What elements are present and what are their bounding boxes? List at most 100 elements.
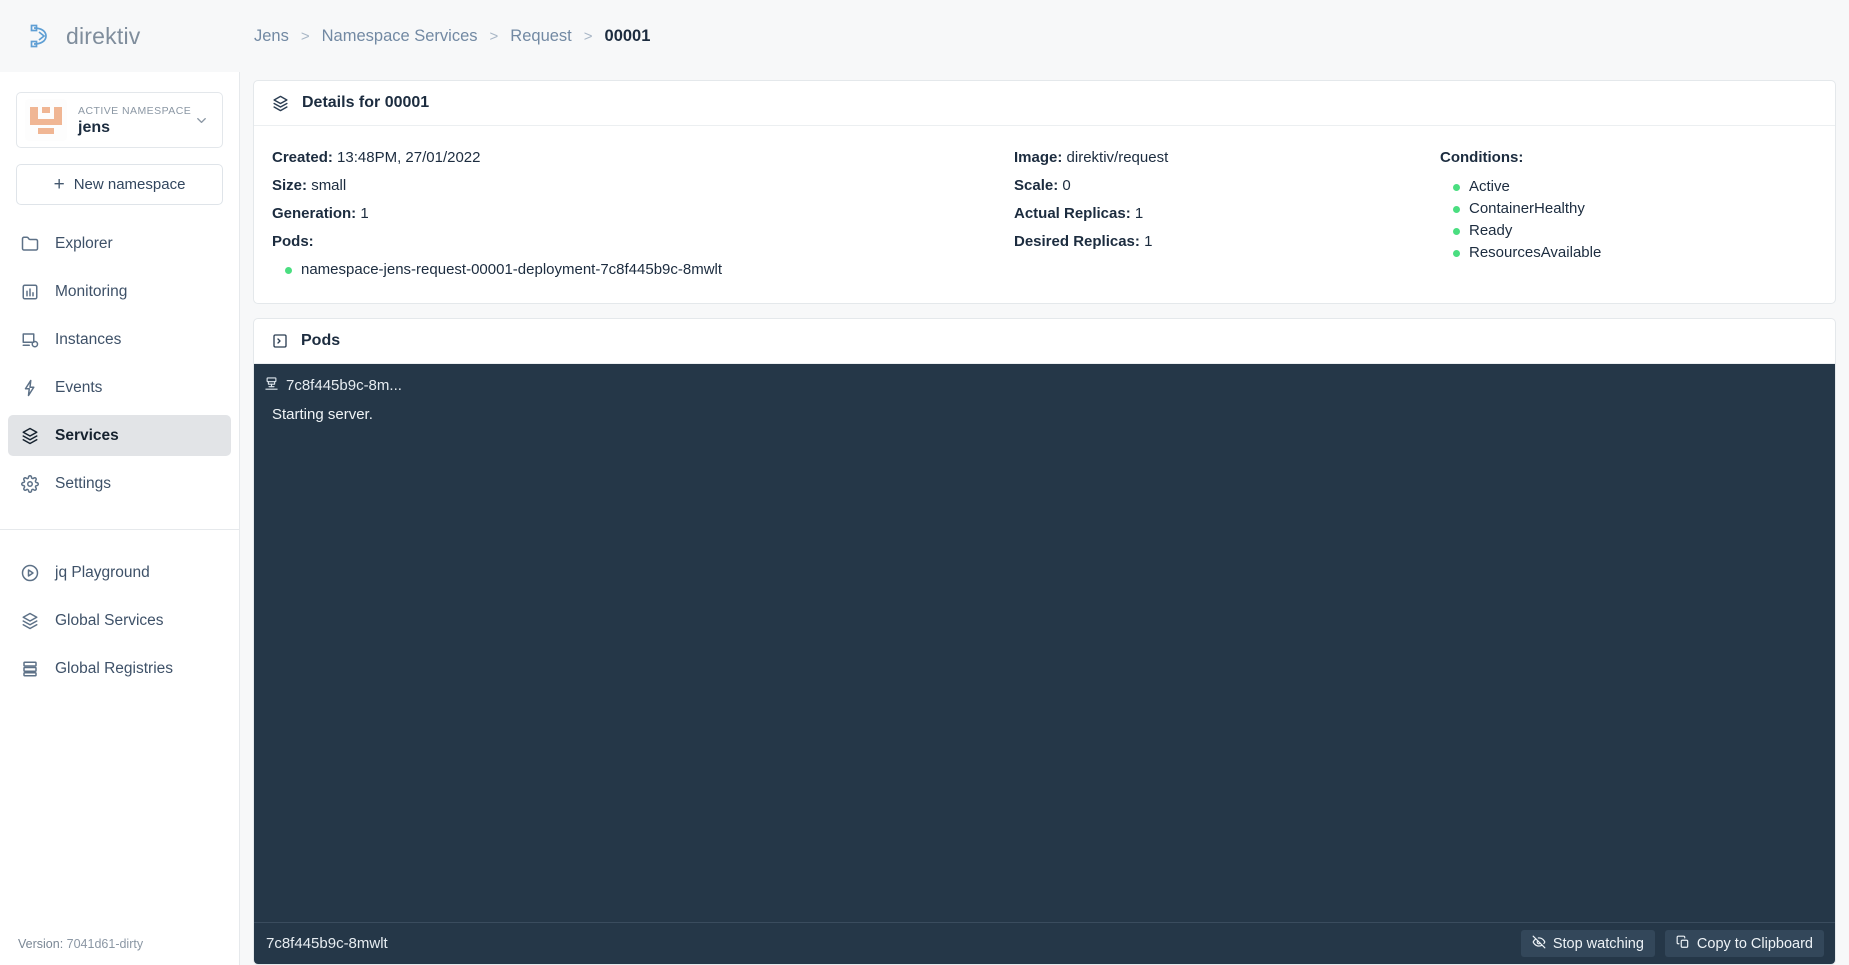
list-item: ResourcesAvailable [1453,242,1817,264]
pods-panel-header: Pods [254,319,1835,364]
sidebar-item-settings[interactable]: Settings [8,463,231,504]
terminal-pod-tab[interactable]: 7c8f445b9c-8m... [264,376,1835,405]
detail-row-generation: Generation: 1 [272,200,1014,228]
detail-value: 1 [1134,205,1144,222]
details-column-conditions: Conditions: Active ContainerHealthy Read… [1440,144,1817,283]
detail-key: Created: [272,149,333,166]
version-label: Version: [18,937,64,951]
layers-icon [20,426,39,445]
sidebar-item-label: Instances [55,330,122,348]
pods-list: namespace-jens-request-00001-deployment-… [272,257,1014,283]
breadcrumb-item-request[interactable]: Request [508,27,573,46]
server-rack-icon [264,376,279,395]
play-circle-icon [20,563,39,582]
sidebar-nav-secondary: jq Playground Global Services Global Reg… [0,530,239,706]
details-panel-body: Created: 13:48PM, 27/01/2022 Size: small… [254,126,1835,303]
detail-row-scale: Scale: 0 [1014,172,1440,200]
detail-key: Size: [272,177,308,194]
status-dot-icon [1453,183,1460,191]
sidebar-item-explorer[interactable]: Explorer [8,223,231,264]
version-value: 7041d61-dirty [66,937,144,951]
terminal-tab-label: 7c8f445b9c-8m... [286,377,402,394]
sidebar-item-monitoring[interactable]: Monitoring [8,271,231,312]
details-panel: Details for 00001 Created: 13:48PM, 27/0… [253,80,1836,304]
terminal-log-line: Starting server. [272,406,373,423]
page-title: Details for 00001 [302,94,430,111]
breadcrumb-separator: > [489,27,499,45]
status-dot-icon [285,266,292,274]
sidebar-item-global-services[interactable]: Global Services [8,600,231,641]
detail-key: Scale: [1014,177,1059,194]
main-content: Details for 00001 Created: 13:48PM, 27/0… [240,72,1849,965]
new-namespace-label: New namespace [73,176,186,193]
sidebar-nav-primary: Explorer Monitoring Instances Events Ser… [0,205,239,521]
pods-panel: Pods 7c8f445b9c-8m... Starting server. 7… [253,318,1836,965]
pod-log-terminal[interactable]: 7c8f445b9c-8m... Starting server. 7c8f44… [254,364,1835,964]
condition-label: ContainerHealthy [1469,200,1585,217]
breadcrumb-item-jens[interactable]: Jens [252,27,291,46]
pods-panel-title: Pods [301,332,341,349]
terminal-footer: 7c8f445b9c-8mwlt Stop watching Copy to C… [254,922,1835,964]
terminal-scroll-area[interactable]: 7c8f445b9c-8m... Starting server. [254,364,1835,922]
monitor-play-icon [20,330,39,349]
list-item[interactable]: namespace-jens-request-00001-deployment-… [272,257,1014,283]
detail-row-actual-replicas: Actual Replicas: 1 [1014,200,1440,228]
gear-icon [20,474,39,493]
namespace-selector[interactable]: ACTIVE NAMESPACE jens [16,92,223,148]
sidebar-item-label: Global Services [55,611,164,629]
sidebar-item-global-registries[interactable]: Global Registries [8,648,231,689]
condition-label: Active [1469,178,1510,195]
detail-value: direktiv/request [1066,149,1169,166]
layers-icon [20,611,39,630]
breadcrumb: Jens > Namespace Services > Request > 00… [240,27,652,46]
list-item: Ready [1453,220,1817,242]
detail-value: 13:48PM, 27/01/2022 [337,149,481,166]
status-dot-icon [1453,227,1460,235]
new-namespace-button[interactable]: + New namespace [16,164,223,205]
copy-to-clipboard-button[interactable]: Copy to Clipboard [1664,930,1824,957]
detail-row-created: Created: 13:48PM, 27/01/2022 [272,144,1014,172]
sidebar-item-instances[interactable]: Instances [8,319,231,360]
sidebar-item-jq-playground[interactable]: jq Playground [8,552,231,593]
direktiv-logo-icon [27,22,55,50]
terminal-footer-pod-name: 7c8f445b9c-8mwlt [266,935,388,952]
detail-key: Generation: [272,205,357,222]
breadcrumb-item-namespace-services[interactable]: Namespace Services [320,27,480,46]
detail-value: 1 [1144,233,1153,250]
stop-watching-button[interactable]: Stop watching [1520,930,1655,957]
conditions-list: Active ContainerHealthy Ready ResourcesA… [1440,176,1817,264]
copy-icon [1676,935,1690,953]
lightning-icon [20,378,39,397]
server-icon [20,659,39,678]
detail-row-image: Image: direktiv/request [1014,144,1440,172]
eye-off-icon [1532,935,1546,953]
breadcrumb-separator: > [583,27,593,45]
detail-value: 1 [360,205,369,222]
detail-value: 0 [1062,177,1071,194]
app-root: direktiv Jens > Namespace Services > Req… [0,0,1849,965]
sidebar-item-services[interactable]: Services [8,415,231,456]
details-column-general: Created: 13:48PM, 27/01/2022 Size: small… [272,144,1014,283]
details-panel-header: Details for 00001 [254,81,1835,126]
sidebar-item-label: Services [55,426,119,444]
brand-name: direktiv [66,22,141,49]
sidebar-item-label: Global Registries [55,659,174,677]
sidebar-item-events[interactable]: Events [8,367,231,408]
status-dot-icon [1453,205,1460,213]
detail-key: Image: [1014,149,1063,166]
sidebar: ACTIVE NAMESPACE jens + New namespace Ex… [0,72,240,965]
detail-key-pods: Pods: [272,233,314,250]
detail-value: small [311,177,347,194]
chevron-down-icon[interactable] [194,113,214,128]
stop-watching-label: Stop watching [1552,935,1644,952]
sidebar-item-label: Settings [55,474,112,492]
brand-logo[interactable]: direktiv [0,0,240,72]
sidebar-item-label: Monitoring [55,282,128,300]
top-bar: direktiv Jens > Namespace Services > Req… [0,0,1849,72]
terminal-square-icon [272,333,288,349]
list-item: Active [1453,176,1817,198]
detail-key-conditions: Conditions: [1440,149,1524,166]
sidebar-item-label: Explorer [55,234,113,252]
breadcrumb-item-00001[interactable]: 00001 [603,27,653,46]
version-info: Version: 7041d61-dirty [18,937,143,951]
